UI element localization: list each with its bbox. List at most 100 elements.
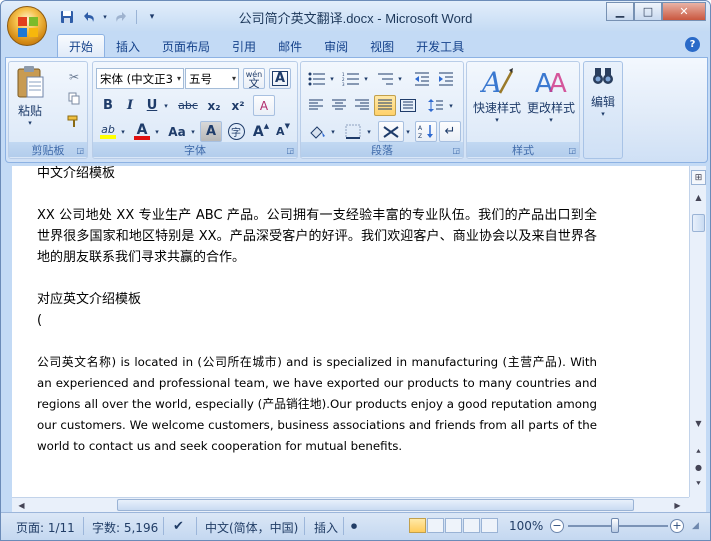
decrease-indent-icon[interactable] — [411, 68, 433, 89]
numbering-icon[interactable]: 123 — [339, 68, 363, 89]
bullets-dropdown-icon[interactable]: ▾ — [328, 68, 336, 89]
change-case-dropdown-icon[interactable]: ▾ — [189, 121, 197, 142]
italic-button[interactable]: I — [120, 95, 140, 116]
zoom-slider-thumb[interactable] — [611, 518, 619, 533]
strikethrough-button[interactable]: abc — [175, 95, 201, 116]
shading-dropdown-icon[interactable]: ▾ — [329, 121, 337, 142]
tab-references[interactable]: 引用 — [221, 34, 267, 58]
highlight-dropdown-icon[interactable]: ▾ — [119, 121, 127, 142]
shrink-font-button[interactable]: A ▼ — [272, 121, 294, 142]
underline-dropdown-icon[interactable]: ▾ — [162, 95, 170, 116]
insert-mode-indicator[interactable]: 插入 — [314, 519, 338, 536]
numbering-dropdown-icon[interactable]: ▾ — [362, 68, 370, 89]
macro-record-icon[interactable]: ⏺ — [351, 519, 357, 534]
distributed-icon[interactable] — [397, 95, 419, 116]
vertical-scroll-thumb[interactable] — [692, 214, 705, 232]
show-marks-icon[interactable]: ↵ — [439, 121, 461, 142]
horizontal-scroll-thumb[interactable] — [117, 499, 634, 511]
minimize-button[interactable]: ▁ — [606, 2, 634, 21]
outline-view-icon[interactable] — [463, 518, 480, 533]
print-layout-view-icon[interactable] — [409, 518, 426, 533]
character-border-button[interactable]: A — [269, 68, 291, 89]
bullets-icon[interactable] — [305, 68, 329, 89]
zoom-level[interactable]: 100% — [509, 519, 543, 533]
align-center-icon[interactable] — [328, 95, 350, 116]
sort-icon[interactable]: AZ — [415, 121, 437, 142]
align-left-icon[interactable] — [305, 95, 327, 116]
tab-view[interactable]: 视图 — [359, 34, 405, 58]
grow-font-button[interactable]: A ▲ — [250, 121, 272, 142]
office-button[interactable] — [7, 6, 47, 46]
underline-button[interactable]: U — [142, 95, 162, 116]
increase-indent-icon[interactable] — [435, 68, 457, 89]
close-button[interactable]: ✕ — [662, 2, 706, 21]
copy-icon[interactable] — [64, 88, 84, 109]
font-color-button[interactable]: A — [131, 121, 153, 142]
character-shading-button[interactable]: A — [200, 121, 222, 142]
page-count[interactable]: 页面: 1/11 — [16, 519, 75, 536]
borders-dropdown-icon[interactable]: ▾ — [365, 121, 373, 142]
multilevel-list-icon[interactable] — [373, 68, 397, 89]
tab-developer[interactable]: 开发工具 — [405, 34, 475, 58]
scroll-left-icon[interactable]: ◀ — [14, 498, 29, 513]
zoom-out-button[interactable]: − — [550, 519, 564, 533]
shading-icon[interactable] — [305, 121, 329, 142]
scroll-right-icon[interactable]: ▶ — [670, 498, 685, 513]
tab-home[interactable]: 开始 — [57, 34, 106, 58]
select-browse-object-icon[interactable]: ● — [691, 460, 706, 475]
previous-page-icon[interactable]: ⯅ — [691, 444, 706, 459]
quick-styles-button[interactable]: A 快速样式 ▾ — [470, 64, 524, 132]
word-count[interactable]: 字数: 5,196 — [92, 519, 158, 536]
language-indicator[interactable]: 中文(简体，中国) — [205, 519, 298, 536]
borders-icon[interactable] — [341, 121, 365, 142]
vertical-scrollbar[interactable]: ⊞ ▲ ▼ ⯅ ● ⯆ — [689, 166, 706, 497]
web-layout-view-icon[interactable] — [445, 518, 462, 533]
paragraph-launcher-icon[interactable]: ◲ — [452, 146, 460, 155]
tab-insert[interactable]: 插入 — [105, 34, 151, 58]
scroll-up-icon[interactable]: ▲ — [691, 190, 706, 205]
paste-button[interactable]: 粘贴 ▾ — [13, 64, 47, 132]
subscript-button[interactable]: x₂ — [203, 95, 225, 116]
clipboard-launcher-icon[interactable]: ◲ — [76, 146, 84, 155]
document-area[interactable]: 中文介绍模板 XX 公司地处 XX 专业生产 ABC 产品。公司拥有一支经验丰富… — [12, 166, 689, 497]
ruler-toggle-icon[interactable]: ⊞ — [691, 170, 706, 185]
cut-icon[interactable]: ✂ — [64, 66, 84, 87]
line-spacing-icon[interactable] — [425, 95, 447, 116]
font-size-combo[interactable]: 五号 ▾ — [185, 68, 239, 89]
highlight-button[interactable]: ab — [97, 121, 119, 142]
chinese-layout-icon[interactable] — [378, 121, 404, 142]
help-icon[interactable]: ? — [685, 37, 700, 52]
full-screen-reading-view-icon[interactable] — [427, 518, 444, 533]
font-name-combo[interactable]: 宋体 (中文正3 ▾ — [96, 68, 184, 89]
font-color-dropdown-icon[interactable]: ▾ — [153, 121, 161, 142]
justify-icon[interactable] — [374, 95, 396, 116]
line-spacing-dropdown-icon[interactable]: ▾ — [447, 95, 455, 116]
enclose-characters-button[interactable]: 字 — [225, 121, 247, 142]
horizontal-scrollbar[interactable]: ◀ ▶ — [12, 497, 689, 512]
tab-review[interactable]: 审阅 — [313, 34, 359, 58]
phonetic-guide-button[interactable]: wén 文 — [243, 68, 265, 89]
font-launcher-icon[interactable]: ◲ — [286, 146, 294, 155]
next-page-icon[interactable]: ⯆ — [691, 476, 706, 491]
draft-view-icon[interactable] — [481, 518, 498, 533]
maximize-button[interactable]: □ — [634, 2, 662, 21]
tab-page-layout[interactable]: 页面布局 — [151, 34, 221, 58]
multilevel-dropdown-icon[interactable]: ▾ — [396, 68, 404, 89]
align-right-icon[interactable] — [351, 95, 373, 116]
editing-button[interactable]: 编辑 ▾ — [586, 64, 620, 132]
clear-formatting-button[interactable]: A — [253, 95, 275, 116]
proofing-icon[interactable]: ✔ — [173, 519, 184, 534]
tab-mailings[interactable]: 邮件 — [267, 34, 313, 58]
change-case-button[interactable]: Aa — [165, 121, 189, 142]
zoom-in-button[interactable]: + — [670, 519, 684, 533]
paste-label: 粘贴 — [17, 104, 42, 118]
superscript-button[interactable]: x² — [227, 95, 249, 116]
styles-launcher-icon[interactable]: ◲ — [568, 146, 576, 155]
bold-button[interactable]: B — [98, 95, 118, 116]
document-page[interactable]: 中文介绍模板 XX 公司地处 XX 专业生产 ABC 产品。公司拥有一支经验丰富… — [37, 166, 597, 457]
change-styles-button[interactable]: AA 更改样式 ▾ — [524, 64, 578, 132]
format-painter-icon[interactable] — [64, 110, 84, 131]
scroll-down-icon[interactable]: ▼ — [691, 416, 706, 431]
chinese-layout-dropdown-icon[interactable]: ▾ — [404, 121, 412, 142]
resize-grip-icon[interactable]: ◢ — [692, 521, 699, 531]
